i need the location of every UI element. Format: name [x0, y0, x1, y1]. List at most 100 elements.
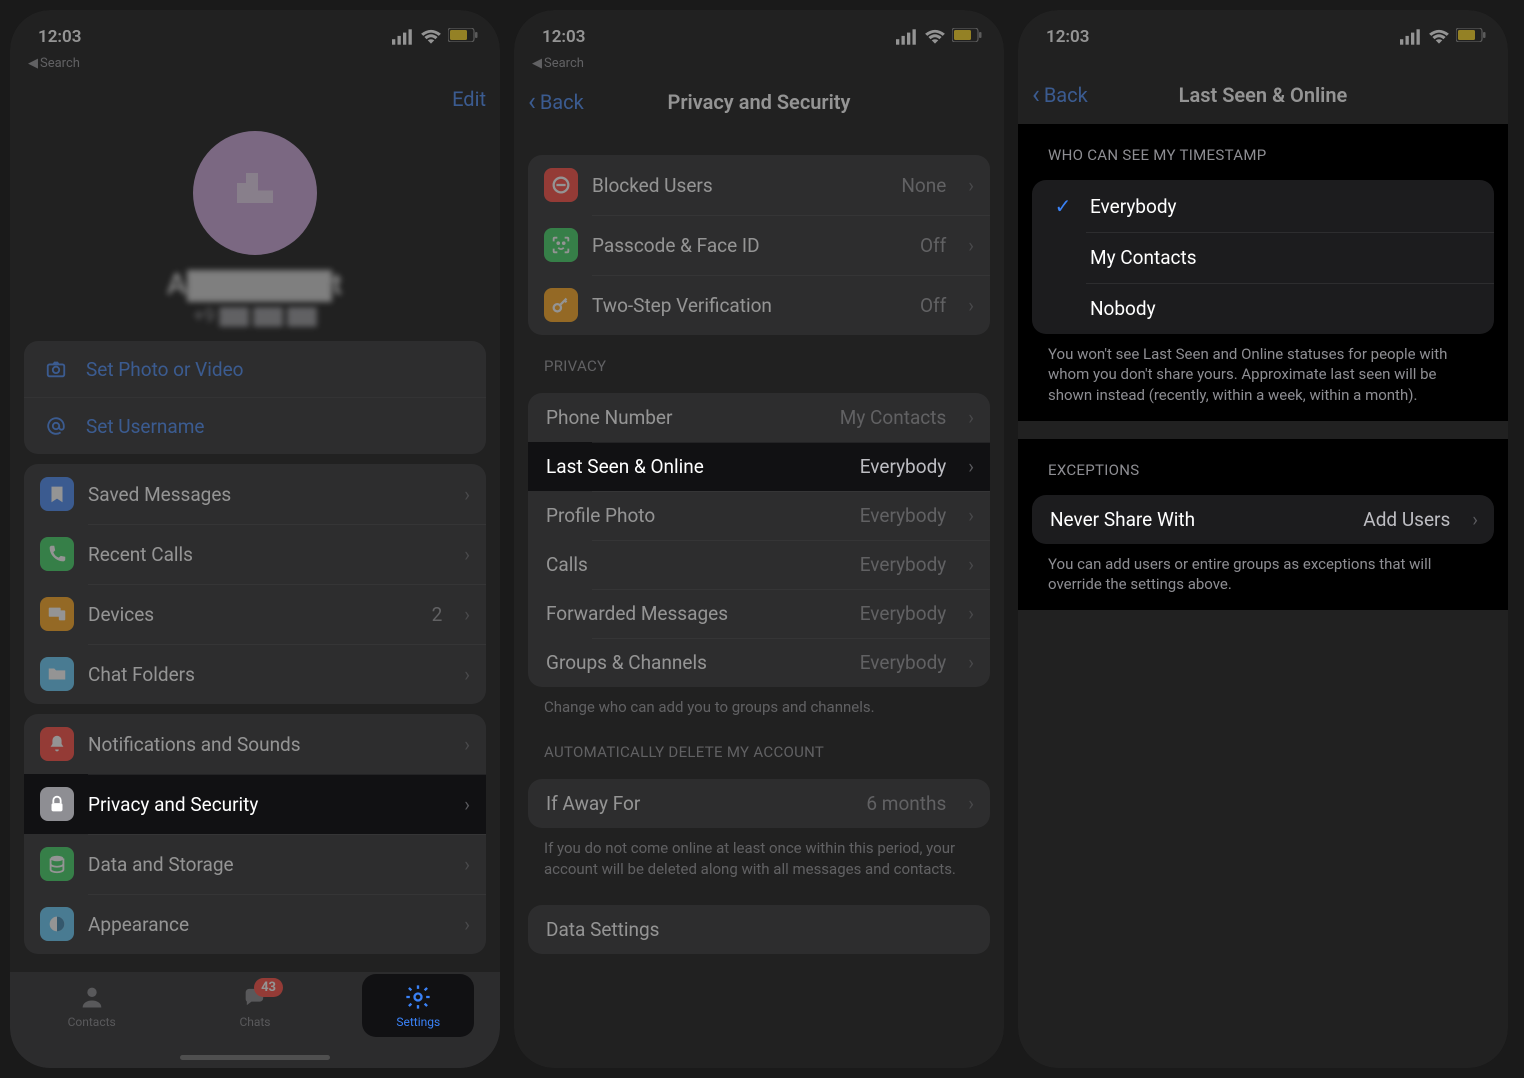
option-my-contacts[interactable]: My Contacts [1032, 232, 1494, 283]
chevron-right-icon: › [464, 663, 470, 686]
row-label: Data and Storage [88, 853, 442, 876]
row-label: Passcode & Face ID [592, 234, 906, 257]
auto-delete-footer: If you do not come online at least once … [514, 828, 1004, 883]
data-settings-section: Data Settings [528, 905, 990, 954]
breadcrumb[interactable]: ◀ Search [514, 54, 1004, 79]
tab-bar: Contacts 43 Chats Settings [10, 972, 500, 1068]
row-label: Never Share With [1050, 508, 1349, 531]
status-time: 12:03 [38, 27, 81, 47]
privacy-header: PRIVACY [514, 335, 1004, 383]
tab-settings[interactable]: Settings [368, 982, 468, 1029]
chevron-right-icon: › [968, 553, 974, 576]
devices-row[interactable]: Devices 2 › [24, 584, 486, 644]
chevron-right-icon: › [968, 406, 974, 429]
status-indicators [392, 26, 478, 48]
forwarded-row[interactable]: Forwarded Messages Everybody › [528, 589, 990, 638]
chevron-right-icon: › [464, 793, 470, 816]
camera-icon [42, 355, 70, 383]
tab-chats[interactable]: 43 Chats [205, 982, 305, 1029]
chevron-right-icon: › [968, 174, 974, 197]
breadcrumb[interactable]: ◀ Search [10, 54, 500, 79]
two-step-row[interactable]: Two-Step Verification Off › [528, 275, 990, 335]
privacy-security-row[interactable]: Privacy and Security › [24, 774, 486, 834]
notifications-row[interactable]: Notifications and Sounds › [24, 714, 486, 774]
phone-number-row[interactable]: Phone Number My Contacts › [528, 393, 990, 442]
breadcrumb-label: Search [544, 56, 584, 71]
last-seen-screen: 12:03 ‹ Back Last Seen & Online WHO CAN … [1018, 10, 1508, 1068]
set-username-label: Set Username [86, 415, 205, 438]
row-label: Saved Messages [88, 483, 442, 506]
tab-label: Settings [396, 1015, 440, 1029]
chevron-right-icon: › [968, 504, 974, 527]
option-label: Everybody [1090, 195, 1476, 218]
database-icon [40, 847, 74, 881]
appearance-icon [40, 907, 74, 941]
profile-actions-section: Set Photo or Video Set Username [24, 341, 486, 454]
row-label: Notifications and Sounds [88, 733, 442, 756]
row-label: Groups & Channels [546, 651, 846, 674]
edit-button[interactable]: Edit [452, 87, 486, 111]
faceid-icon [544, 228, 578, 262]
chevron-right-icon: › [1472, 508, 1478, 531]
saved-messages-row[interactable]: Saved Messages › [24, 464, 486, 524]
at-icon [42, 412, 70, 440]
row-value: Everybody [860, 504, 947, 527]
set-photo-button[interactable]: Set Photo or Video [24, 341, 486, 397]
chat-folders-row[interactable]: Chat Folders › [24, 644, 486, 704]
chevron-right-icon: › [968, 455, 974, 478]
option-everybody[interactable]: ✓ Everybody [1032, 180, 1494, 232]
settings-screen: 12:03 ◀ Search Edit A▇▇▇▇▇▇t +9 ▇▇ ▇▇ ▇▇… [10, 10, 500, 1068]
chevron-right-icon: › [464, 853, 470, 876]
set-username-button[interactable]: Set Username [24, 397, 486, 454]
passcode-row[interactable]: Passcode & Face ID Off › [528, 215, 990, 275]
data-storage-row[interactable]: Data and Storage › [24, 834, 486, 894]
nav-bar: ‹ Back Last Seen & Online [1018, 72, 1508, 124]
row-label: Appearance [88, 913, 442, 936]
status-bar: 12:03 [1018, 10, 1508, 54]
profile-photo-row[interactable]: Profile Photo Everybody › [528, 491, 990, 540]
last-seen-row[interactable]: Last Seen & Online Everybody › [528, 442, 990, 491]
chevron-right-icon: › [968, 294, 974, 317]
privacy-section: Phone Number My Contacts › Last Seen & O… [528, 393, 990, 687]
appearance-row[interactable]: Appearance › [24, 894, 486, 954]
profile-phone: +9 ▇▇ ▇▇ ▇▇ [10, 304, 500, 327]
chevron-left-icon: ◀ [532, 56, 542, 71]
row-label: If Away For [546, 792, 852, 815]
checkmark-icon: ✓ [1050, 194, 1076, 218]
if-away-row[interactable]: If Away For 6 months › [528, 779, 990, 828]
never-share-row[interactable]: Never Share With Add Users › [1032, 495, 1494, 544]
folder-icon [40, 657, 74, 691]
calls-row[interactable]: Calls Everybody › [528, 540, 990, 589]
row-label: Profile Photo [546, 504, 846, 527]
chevron-right-icon: › [968, 602, 974, 625]
settings-section: Notifications and Sounds › Privacy and S… [24, 714, 486, 954]
row-label: Calls [546, 553, 846, 576]
home-indicator[interactable] [180, 1055, 330, 1060]
row-value: Everybody [860, 455, 947, 478]
tab-contacts[interactable]: Contacts [42, 982, 142, 1029]
status-bar: 12:03 [514, 10, 1004, 54]
option-label: Nobody [1090, 297, 1476, 320]
back-button[interactable]: ‹ Back [528, 87, 584, 117]
avatar[interactable] [193, 131, 317, 255]
page-title: Last Seen & Online [1018, 83, 1508, 107]
auto-delete-header: AUTOMATICALLY DELETE MY ACCOUNT [514, 721, 1004, 769]
recent-calls-row[interactable]: Recent Calls › [24, 524, 486, 584]
privacy-footer: Change who can add you to groups and cha… [514, 687, 1004, 721]
profile-header: A▇▇▇▇▇▇t +9 ▇▇ ▇▇ ▇▇ [10, 125, 500, 331]
bell-icon [40, 727, 74, 761]
chevron-right-icon: › [968, 792, 974, 815]
chevron-right-icon: › [464, 733, 470, 756]
exceptions-header: EXCEPTIONS [1018, 439, 1508, 487]
chevron-right-icon: › [464, 483, 470, 506]
back-button[interactable]: ‹ Back [1032, 80, 1088, 110]
row-value: Off [920, 234, 946, 257]
groups-row[interactable]: Groups & Channels Everybody › [528, 638, 990, 687]
page-title: Privacy and Security [514, 90, 1004, 114]
option-nobody[interactable]: Nobody [1032, 283, 1494, 334]
blocked-users-row[interactable]: Blocked Users None › [528, 155, 990, 215]
tab-label: Chats [239, 1015, 270, 1029]
back-label: Back [1044, 83, 1088, 107]
security-section: Blocked Users None › Passcode & Face ID … [528, 155, 990, 335]
data-settings-row[interactable]: Data Settings [528, 905, 990, 954]
